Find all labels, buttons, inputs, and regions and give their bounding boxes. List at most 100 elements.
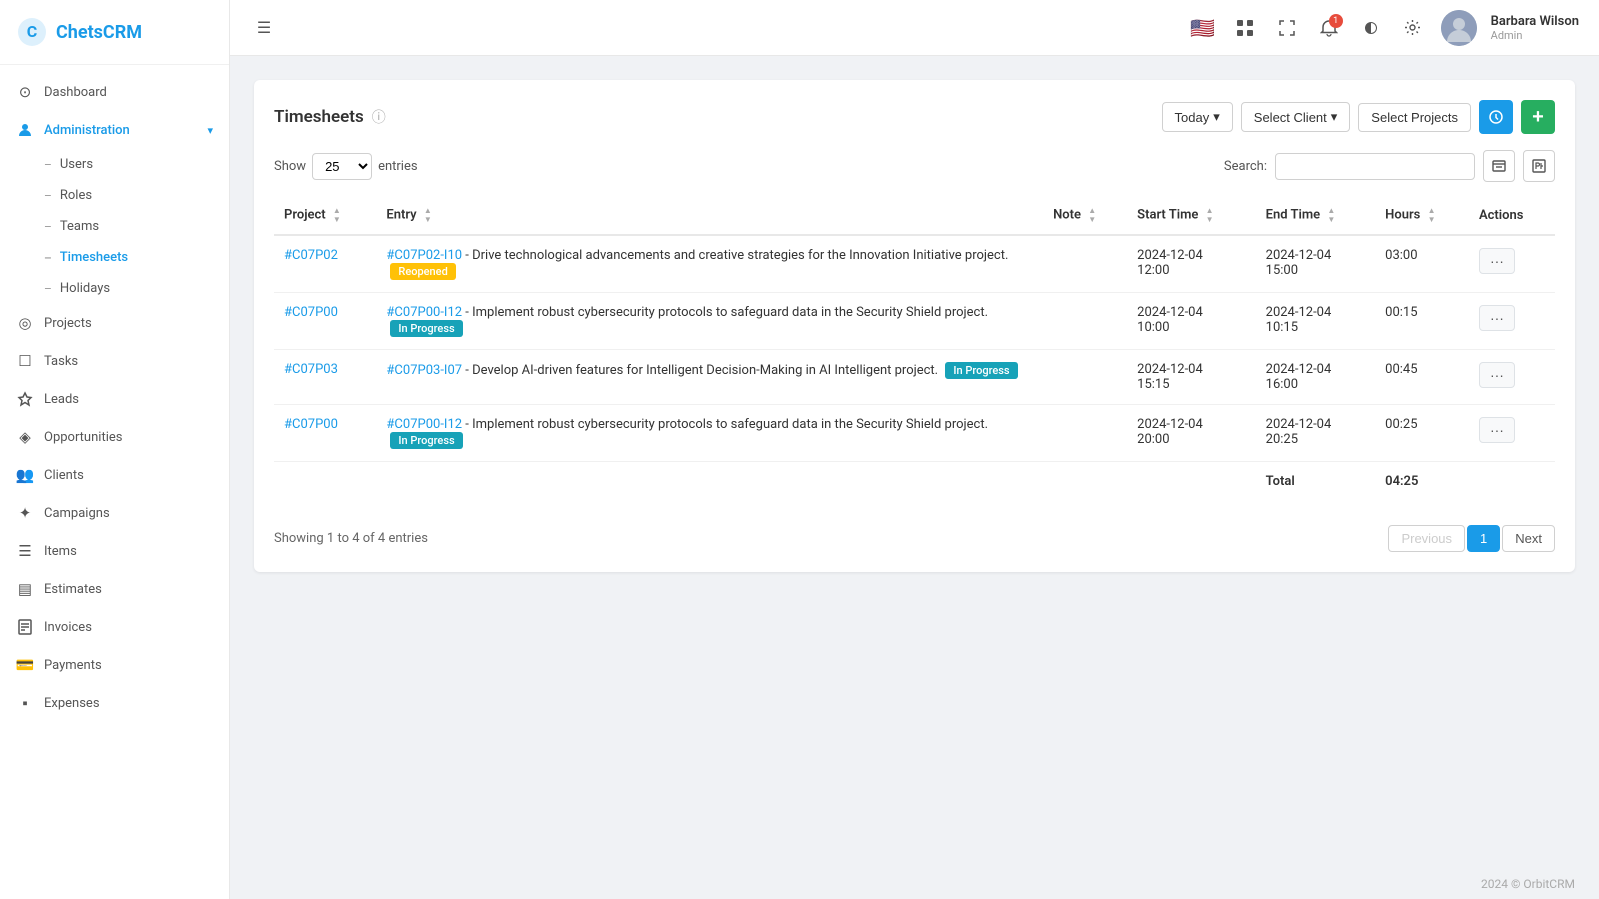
clock-button[interactable] [1479,100,1513,134]
topbar-left: ☰ [250,14,278,42]
timesheets-table: Project ▲▼ Entry ▲▼ Note ▲▼ Start Time [274,196,1555,501]
sidebar-item-leads[interactable]: Leads [0,380,229,418]
entries-select[interactable]: 25 10 50 100 [312,153,372,180]
cell-project: #C07P02 [274,235,376,293]
cell-project: #C07P03 [274,350,376,405]
avatar[interactable] [1441,10,1477,46]
roles-label: Roles [60,188,92,203]
info-icon[interactable]: ⓘ [372,107,386,127]
sidebar-item-label: Opportunities [44,430,213,445]
dark-mode-icon[interactable] [1357,14,1385,42]
entry-link[interactable]: #C07P00-I12 [386,417,462,432]
entry-link[interactable]: #C07P03-I07 [386,363,462,378]
menu-icon[interactable]: ☰ [250,14,278,42]
sidebar-item-holidays[interactable]: Holidays [44,273,229,304]
col-project[interactable]: Project ▲▼ [274,196,376,235]
logo[interactable]: C ChetsCRM [0,0,229,65]
cell-end-time: 2024-12-04 10:15 [1256,293,1376,350]
sidebar-item-projects[interactable]: ◎ Projects [0,304,229,342]
previous-button[interactable]: Previous [1388,525,1465,552]
cell-hours: 00:25 [1375,405,1469,462]
pagination-row: Showing 1 to 4 of 4 entries Previous 1 N… [274,517,1555,552]
invoices-icon [16,618,34,636]
entry-link[interactable]: #C07P02-I10 [386,248,462,263]
topbar-right: 🇺🇸 1 Barbara Wilson Admin [1189,10,1579,46]
page-1-button[interactable]: 1 [1467,525,1500,552]
sidebar-nav: ⊙ Dashboard Administration ▾ Users Roles… [0,65,229,899]
col-note[interactable]: Note ▲▼ [1043,196,1127,235]
project-link[interactable]: #C07P02 [284,248,338,263]
sidebar-item-teams[interactable]: Teams [44,211,229,242]
sidebar-item-timesheets[interactable]: Timesheets [44,242,229,273]
actions-menu-button[interactable]: ··· [1479,305,1515,331]
sidebar-item-clients[interactable]: 👥 Clients [0,456,229,494]
project-link[interactable]: #C07P00 [284,305,338,320]
export-csv-button[interactable] [1483,150,1515,182]
entry-description: - Implement robust cybersecurity protoco… [462,305,988,320]
sidebar-item-label: Estimates [44,582,213,597]
actions-menu-button[interactable]: ··· [1479,362,1515,388]
sidebar-item-payments[interactable]: 💳 Payments [0,646,229,684]
cell-entry: #C07P02-I10 - Drive technological advanc… [376,235,1043,293]
page-title-row: Timesheets ⓘ [274,107,386,127]
sidebar-item-opportunities[interactable]: ◈ Opportunities [0,418,229,456]
payments-icon: 💳 [16,656,34,674]
sidebar-item-campaigns[interactable]: ✦ Campaigns [0,494,229,532]
sidebar-item-estimates[interactable]: ▤ Estimates [0,570,229,608]
sidebar-item-label: Clients [44,468,213,483]
fullscreen-icon[interactable] [1273,14,1301,42]
search-label: Search: [1224,159,1267,174]
footer-text: 2024 © OrbitCRM [1481,877,1575,891]
actions-menu-button[interactable]: ··· [1479,248,1515,274]
sort-icon: ▲▼ [1088,206,1096,224]
page-header: Timesheets ⓘ Today ▾ Select Client ▾ Sel… [274,100,1555,134]
entry-link[interactable]: #C07P00-I12 [386,305,462,320]
actions-menu-button[interactable]: ··· [1479,417,1515,443]
export-pdf-button[interactable] [1523,150,1555,182]
project-link[interactable]: #C07P00 [284,417,338,432]
sort-icon: ▲▼ [424,206,432,224]
sidebar-item-roles[interactable]: Roles [44,180,229,211]
add-button[interactable]: + [1521,100,1555,134]
entry-badge: In Progress [945,362,1017,379]
content-area: Timesheets ⓘ Today ▾ Select Client ▾ Sel… [230,56,1599,869]
sidebar-item-dashboard[interactable]: ⊙ Dashboard [0,73,229,111]
today-button[interactable]: Today ▾ [1162,102,1233,132]
col-entry[interactable]: Entry ▲▼ [376,196,1043,235]
flag-icon[interactable]: 🇺🇸 [1189,14,1217,42]
search-input[interactable] [1275,153,1475,180]
col-hours[interactable]: Hours ▲▼ [1375,196,1469,235]
cell-entry: #C07P00-I12 - Implement robust cybersecu… [376,405,1043,462]
settings-icon[interactable] [1399,14,1427,42]
sidebar-item-label: Leads [44,392,213,407]
projects-icon: ◎ [16,314,34,332]
col-start-time[interactable]: Start Time ▲▼ [1127,196,1255,235]
items-icon: ☰ [16,542,34,560]
table-row: #C07P02 #C07P02-I10 - Drive technological… [274,235,1555,293]
col-end-time[interactable]: End Time ▲▼ [1256,196,1376,235]
sidebar-item-tasks[interactable]: ☐ Tasks [0,342,229,380]
entry-description: - Drive technological advancements and c… [462,248,1008,263]
timesheets-label: Timesheets [60,250,128,265]
next-button[interactable]: Next [1502,525,1555,552]
search-row: Search: [1224,150,1555,182]
select-projects-button[interactable]: Select Projects [1358,103,1471,132]
select-client-button[interactable]: Select Client ▾ [1241,102,1351,132]
apps-icon[interactable] [1231,14,1259,42]
project-link[interactable]: #C07P03 [284,362,338,377]
sidebar-item-administration[interactable]: Administration ▾ [0,111,229,149]
sidebar-item-expenses[interactable]: ▪ Expenses [0,684,229,722]
show-entries: Show 25 10 50 100 entries [274,153,418,180]
table-row: #C07P00 #C07P00-I12 - Implement robust cy… [274,293,1555,350]
total-value: 04:25 [1375,462,1469,502]
col-actions: Actions [1469,196,1555,235]
sidebar-item-invoices[interactable]: Invoices [0,608,229,646]
sort-icon: ▲▼ [1206,206,1214,224]
sidebar-item-items[interactable]: ☰ Items [0,532,229,570]
sidebar-item-users[interactable]: Users [44,149,229,180]
sidebar-item-label: Campaigns [44,506,213,521]
dropdown-arrow-icon: ▾ [1331,109,1338,125]
notification-icon[interactable]: 1 [1315,14,1343,42]
sort-icon: ▲▼ [333,206,341,224]
logo-text: ChetsCRM [56,22,142,43]
